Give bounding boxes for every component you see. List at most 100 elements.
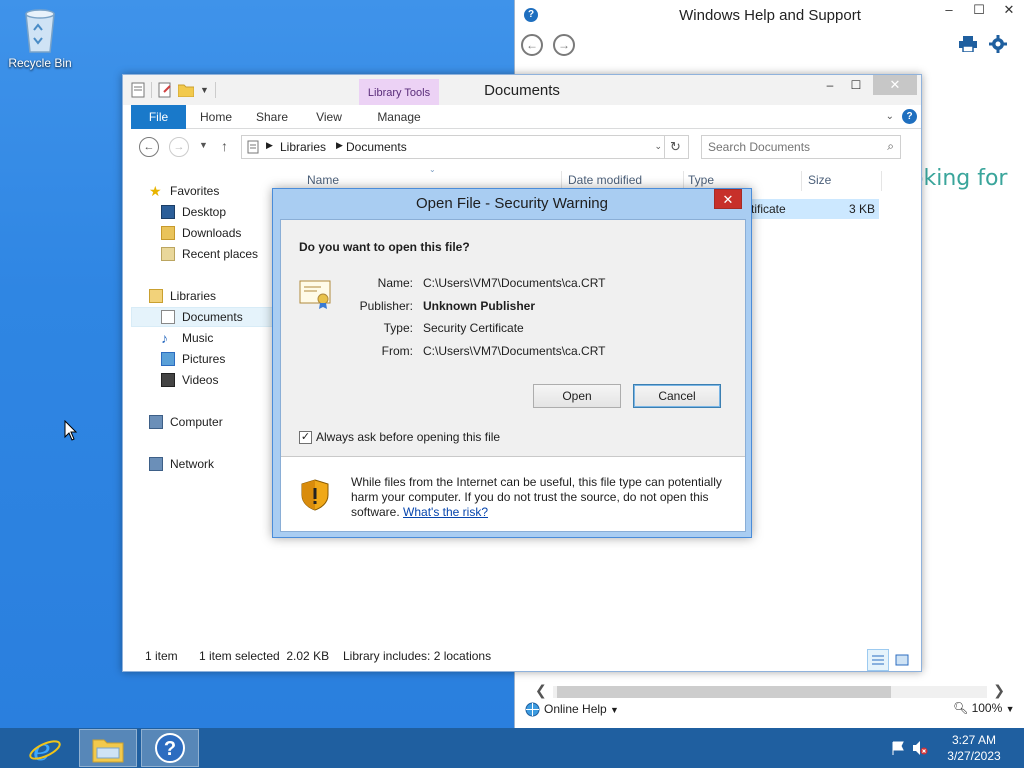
name-value: C:\Users\VM7\Documents\ca.CRT [423,276,606,290]
help-forward-button[interactable]: → [553,34,575,56]
dialog-title: Open File - Security Warning [415,195,608,212]
always-ask-option[interactable]: ✓ Always ask before opening this file [299,430,500,444]
back-button[interactable]: ← [139,137,159,157]
recycle-bin-label: Recycle Bin [8,56,72,70]
nav-downloads-label: Downloads [182,226,242,240]
taskbar-clock[interactable]: 3:27 AM 3/27/2023 [944,732,1004,764]
details-view-icon [872,655,884,665]
taskbar-help-and-support[interactable]: ? [141,729,199,767]
whats-the-risk-link[interactable]: What's the risk? [403,505,488,519]
breadcrumb-libraries[interactable]: Libraries [280,140,326,154]
recycle-bin-icon [25,9,55,53]
taskbar-internet-explorer[interactable]: e [16,729,74,768]
dialog-warning-footer: While files from the Internet can be use… [281,457,745,531]
help-body-text: oking for [910,166,1008,191]
nav-libraries-label: Libraries [170,289,217,303]
recycle-bin[interactable]: Recycle Bin [6,6,74,70]
search-input[interactable] [708,140,878,154]
online-help-dropdown[interactable]: Online Help ▼ [544,702,619,716]
type-value: Security Certificate [423,321,524,335]
refresh-icon[interactable]: ↻ [664,136,686,158]
explorer-close-button[interactable]: ✕ [873,75,917,95]
nav-recent-label: Recent places [182,247,259,261]
tab-file[interactable]: File [131,105,186,129]
libraries-icon [149,289,163,303]
desktop: Recycle Bin ? Windows Help and Support –… [0,0,1024,728]
dialog-body: Do you want to open this file? Name: C:\… [280,219,746,532]
taskbar: e ? 3:27 AM 3/27/2023 [0,728,1024,768]
nav-computer[interactable]: Computer [149,412,289,432]
security-warning-dialog: Open File - Security Warning ✕ Do you wa… [272,188,752,538]
svg-text:?: ? [164,738,176,760]
search-icon[interactable]: ⌕ [887,139,894,154]
minimize-button[interactable]: – [934,0,964,22]
address-dropdown-chevron-icon[interactable]: ⌄ [654,141,662,152]
forward-button[interactable]: → [169,137,189,157]
cancel-button[interactable]: Cancel [633,384,721,408]
publisher-label: Publisher: [359,299,413,313]
music-note-icon: ♪ [161,330,168,346]
large-icons-view-button[interactable] [891,649,913,671]
up-arrow-icon[interactable]: ↑ [221,138,228,154]
search-box[interactable]: ⌕ [701,135,901,159]
pictures-icon [161,352,175,366]
nav-favorites-label: Favorites [170,184,220,198]
column-type[interactable]: Type [688,173,714,187]
open-button[interactable]: Open [533,384,621,408]
details-view-button[interactable] [867,649,889,671]
clock-date: 3/27/2023 [947,749,1001,763]
nav-desktop-label: Desktop [182,205,227,219]
column-name[interactable]: Name [307,173,339,187]
mouse-pointer-icon [64,420,78,441]
close-button[interactable]: ✕ [994,0,1024,22]
from-label: From: [381,344,413,358]
help-back-button[interactable]: ← [521,34,543,56]
column-size[interactable]: Size [808,173,831,187]
tab-view[interactable]: View [309,105,349,129]
help-status-bar: Online Help ▼ 🔍︎ 100% ▼ [523,700,1023,722]
downloads-icon [161,226,175,240]
name-label: Name: [377,276,413,290]
breadcrumb-documents[interactable]: Documents [346,140,407,154]
scroll-right-arrow-icon[interactable]: ❯ [993,682,1005,699]
scroll-left-arrow-icon[interactable]: ❮ [535,682,547,699]
taskbar-file-explorer[interactable] [79,729,137,767]
zoom-control[interactable]: 🔍︎ 100% ▼ [953,701,1015,715]
settings-gear-icon[interactable] [989,35,1007,53]
recent-locations-chevron-icon[interactable]: ▼ [199,140,208,150]
dialog-close-button[interactable]: ✕ [714,189,742,209]
always-ask-checkbox[interactable]: ✓ [299,430,312,444]
star-icon: ★ [149,183,162,199]
nav-network[interactable]: Network [149,454,289,474]
explorer-maximize-button[interactable]: ☐ [843,75,869,95]
help-icon[interactable]: ? [902,109,917,124]
always-ask-label: Always ask before opening this file [316,430,501,444]
scroll-thumb[interactable] [557,686,891,698]
publisher-value: Unknown Publisher [423,299,536,313]
nav-documents[interactable]: Documents [131,307,273,327]
column-date-modified[interactable]: Date modified [568,173,642,187]
nav-computer-label: Computer [170,415,223,429]
status-item-count: 1 item [145,649,178,663]
speaker-muted-icon[interactable] [912,740,928,756]
maximize-button[interactable]: ☐ [964,0,994,22]
help-question-icon: ? [155,733,185,763]
nav-favorites[interactable]: ★ Favorites [149,181,289,201]
file-row[interactable]: tificate 3 KB [743,199,879,219]
online-help-globe-icon [525,702,540,717]
print-icon[interactable] [959,36,977,52]
tab-share[interactable]: Share [251,105,293,129]
ribbon-tabs: File Home Share View Manage ⌄ ? [131,105,921,129]
magnifier-icon: 🔍︎ [953,701,969,715]
explorer-minimize-button[interactable]: – [817,75,843,95]
horizontal-scrollbar[interactable]: ❮ ❯ [535,682,1005,699]
desktop-icon [161,205,175,219]
nav-videos-label: Videos [182,373,219,387]
action-center-flag-icon[interactable] [890,740,906,756]
tab-manage[interactable]: Manage [359,105,439,129]
nav-libraries[interactable]: Libraries [149,286,289,306]
address-bar[interactable]: ▶ Libraries ▶ Documents ⌄ ↻ [241,135,689,159]
tab-home[interactable]: Home [195,105,237,129]
expand-ribbon-chevron-icon[interactable]: ⌄ [886,111,894,122]
sort-indicator-icon: ⌄ [429,165,436,174]
